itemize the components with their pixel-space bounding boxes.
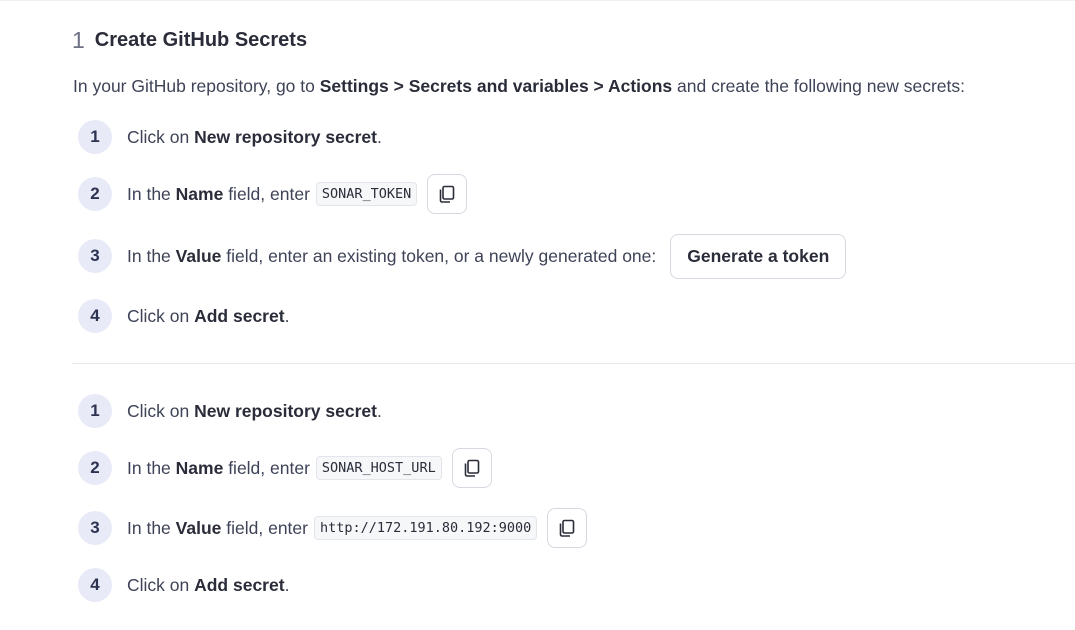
step-text-pre: Click on [127, 126, 195, 147]
section-title: 1 Create GitHub Secrets [72, 27, 307, 53]
group1-step-1: 1 Click on New repository secret. [78, 120, 382, 154]
group2-step-3: 3 In the Value field, enter http://172.1… [78, 508, 588, 548]
step-number-badge: 4 [78, 568, 112, 602]
step-text: Click on New repository secret. [127, 401, 382, 422]
step-text: Click on New repository secret. [127, 127, 382, 148]
copy-icon [464, 459, 480, 477]
step-text: Click on Add secret. [127, 575, 289, 596]
group2-step-4: 4 Click on Add secret. [78, 568, 289, 602]
intro-prefix: In your GitHub repository, go to [73, 76, 320, 96]
step-text-bold: New repository secret [194, 400, 377, 421]
top-divider [0, 0, 1075, 1]
intro-suffix: and create the following new secrets: [672, 76, 965, 96]
group2-step-1: 1 Click on New repository secret. [78, 394, 382, 428]
copy-icon [440, 185, 455, 203]
group1-step-3: 3 In the Value field, enter an existing … [78, 233, 847, 279]
step-text-post: field, enter [221, 517, 308, 538]
intro-text: In your GitHub repository, go to Setting… [73, 76, 965, 97]
copy-button[interactable] [547, 508, 588, 548]
step-text-bold: Value [175, 245, 222, 266]
step-text-post: . [284, 574, 290, 595]
step-text-post: . [376, 126, 382, 147]
secret-value-code: http://172.191.80.192:9000 [313, 516, 538, 540]
section-divider [72, 363, 1075, 364]
step-text-bold: Name [175, 183, 224, 204]
section-number: 1 [72, 26, 85, 53]
step-text-pre: Click on [127, 305, 195, 326]
step-text-pre: In the [127, 517, 176, 538]
step-text-bold: Add secret [194, 574, 285, 595]
step-text-pre: In the [127, 457, 176, 478]
group1-step-4: 4 Click on Add secret. [78, 299, 289, 333]
step-text-post: field, enter an existing token, or a new… [221, 245, 657, 266]
generate-token-button[interactable]: Generate a token [670, 233, 847, 279]
step-number-badge: 2 [78, 177, 112, 211]
step-number-badge: 2 [78, 451, 112, 485]
step-text-post: field, enter [223, 457, 310, 478]
secret-name-code: SONAR_HOST_URL [315, 456, 442, 480]
copy-icon [559, 519, 575, 537]
intro-settings-path: Settings > Secrets and variables > Actio… [319, 76, 673, 96]
step-text: In the Value field, enter an existing to… [127, 246, 656, 267]
copy-button[interactable] [427, 174, 468, 214]
step-text: In the Value field, enter [127, 518, 308, 539]
group1-step-2: 2 In the Name field, enter SONAR_TOKEN [78, 174, 468, 214]
step-text-bold: New repository secret [194, 126, 377, 147]
step-text-post: . [376, 400, 382, 421]
step-number-badge: 3 [78, 239, 112, 273]
step-text-bold: Add secret [194, 305, 285, 326]
step-text: In the Name field, enter [127, 184, 310, 205]
step-text-bold: Value [175, 517, 222, 538]
copy-button[interactable] [451, 448, 492, 488]
step-text-bold: Name [175, 457, 224, 478]
step-text: In the Name field, enter [127, 458, 310, 479]
section-title-text: Create GitHub Secrets [94, 28, 308, 51]
step-text: Click on Add secret. [127, 306, 289, 327]
secret-name-code: SONAR_TOKEN [315, 182, 418, 206]
step-text-pre: In the [127, 183, 176, 204]
step-text-post: field, enter [223, 183, 310, 204]
step-number-badge: 1 [78, 394, 112, 428]
step-number-badge: 3 [78, 511, 112, 545]
step-number-badge: 1 [78, 120, 112, 154]
step-text-pre: Click on [127, 400, 195, 421]
group2-step-2: 2 In the Name field, enter SONAR_HOST_UR… [78, 448, 492, 488]
step-number-badge: 4 [78, 299, 112, 333]
step-text-pre: Click on [127, 574, 195, 595]
step-text-post: . [284, 305, 290, 326]
step-text-pre: In the [127, 245, 176, 266]
